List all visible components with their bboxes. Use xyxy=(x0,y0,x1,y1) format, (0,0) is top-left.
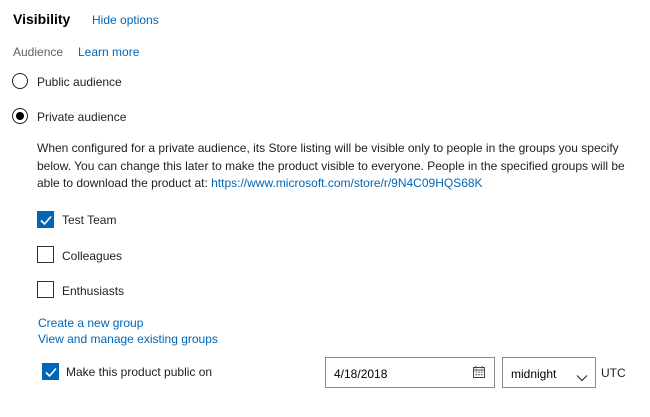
checkbox-checked[interactable] xyxy=(42,363,59,380)
private-audience-label[interactable]: Private audience xyxy=(37,110,126,124)
checkbox[interactable] xyxy=(37,281,54,298)
chevron-down-icon xyxy=(576,369,588,387)
radio-button-selected[interactable] xyxy=(12,108,28,124)
private-audience-description: When configured for a private audience, … xyxy=(37,140,637,193)
radio-button[interactable] xyxy=(12,73,28,89)
checkbox-checked[interactable] xyxy=(37,211,54,228)
timezone-label: UTC xyxy=(601,366,626,380)
make-public-label[interactable]: Make this product public on xyxy=(66,365,212,379)
create-group-link[interactable]: Create a new group xyxy=(38,316,143,330)
public-audience-label[interactable]: Public audience xyxy=(37,75,122,89)
date-value: 4/18/2018 xyxy=(334,367,388,381)
visibility-heading: Visibility xyxy=(13,11,71,27)
group-label[interactable]: Test Team xyxy=(62,213,116,227)
calendar-icon[interactable] xyxy=(472,365,486,384)
manage-groups-link[interactable]: View and manage existing groups xyxy=(38,332,218,346)
store-url-link[interactable]: https://www.microsoft.com/store/r/9N4C09… xyxy=(211,176,482,190)
hide-options-link[interactable]: Hide options xyxy=(92,13,159,27)
checkbox[interactable] xyxy=(37,246,54,263)
time-value: midnight xyxy=(511,367,557,381)
learn-more-link[interactable]: Learn more xyxy=(78,45,139,59)
group-label[interactable]: Colleagues xyxy=(62,249,122,263)
audience-label: Audience xyxy=(13,45,64,59)
group-label[interactable]: Enthusiasts xyxy=(62,284,124,298)
publish-date-picker[interactable]: 4/18/2018 xyxy=(325,357,495,388)
publish-time-select[interactable]: midnight xyxy=(502,357,596,388)
